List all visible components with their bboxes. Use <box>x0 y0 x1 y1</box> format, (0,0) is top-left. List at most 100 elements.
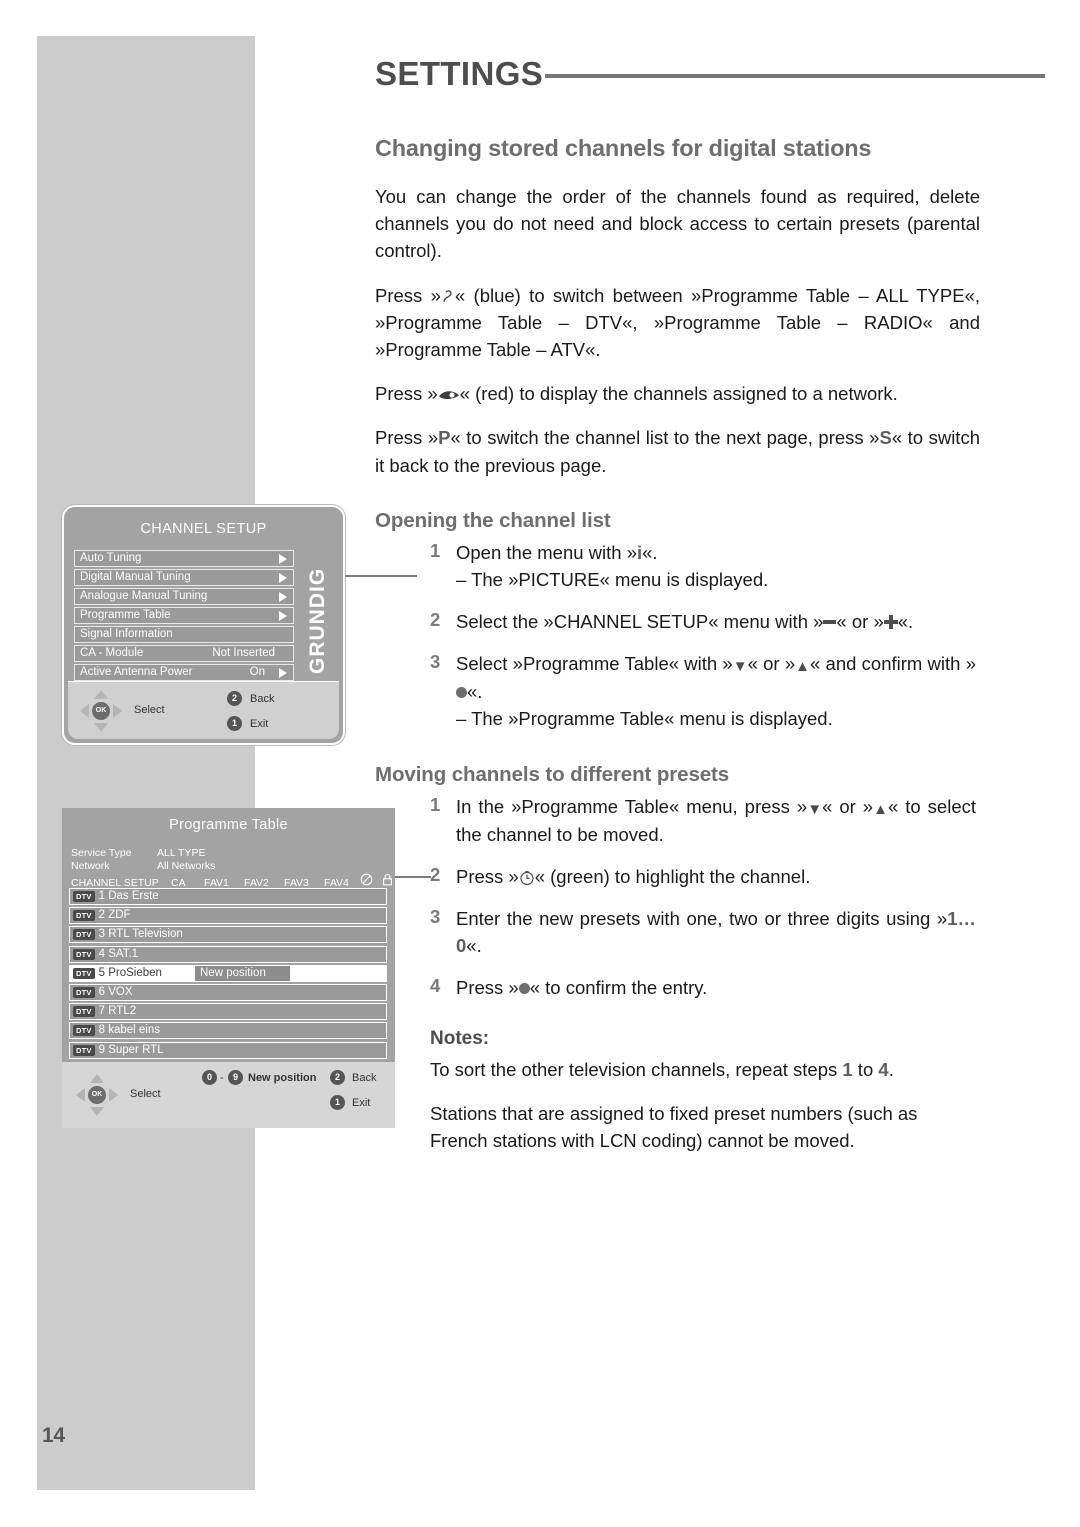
meta-value: ALL TYPE <box>157 847 206 859</box>
channel-row[interactable]: DTV 8 kabel eins <box>69 1022 387 1040</box>
step-moving-1: 1 In the »Programme Table« menu, press »… <box>430 793 990 848</box>
dpad-right-icon <box>113 704 122 718</box>
grundig-brand-label: GRUNDIG <box>306 567 329 675</box>
step-opening-2: 2 Select the »CHANNEL SETUP« menu with »… <box>430 608 990 635</box>
dpad-left-icon <box>76 1088 85 1102</box>
chevron-right-icon <box>279 611 287 621</box>
ear-icon <box>441 285 455 302</box>
key-s: S <box>879 427 892 449</box>
chevron-up-icon: ▲ <box>795 658 810 676</box>
osd-menu-item-active-antenna-power[interactable]: Active Antenna Power On <box>74 664 294 681</box>
osd-footer-bar: OK Select 0 - 9 New position 2 Back 1 Ex… <box>62 1062 395 1128</box>
step-text-a: Press » <box>456 977 519 999</box>
paragraph-red-key: Press » « (red) to display the channels a… <box>375 380 980 407</box>
chevron-down-icon: ▼ <box>732 658 748 676</box>
dpad-right-icon <box>109 1088 118 1102</box>
chevron-right-icon <box>279 592 287 602</box>
intro-paragraph: You can change the order of the channels… <box>375 186 980 262</box>
step-text-c: « and confirm with » <box>810 653 977 675</box>
step-text-a: Open the menu with » <box>456 541 637 563</box>
new-position-input[interactable]: New position <box>195 965 290 981</box>
osd-menu-item-signal-information[interactable]: Signal Information <box>74 626 294 643</box>
page-number: 14 <box>42 1424 65 1447</box>
channel-row[interactable]: DTV 4 SAT.1 <box>69 945 387 963</box>
chevron-right-icon <box>279 668 287 678</box>
osd-title: CHANNEL SETUP <box>140 521 267 537</box>
step-text-b: « or » <box>836 611 884 633</box>
step-text-b: «. <box>466 935 482 957</box>
dpad-down-icon <box>90 1107 104 1116</box>
step-text-a: Enter the new presets with one, two or t… <box>456 908 948 930</box>
chevron-right-icon <box>279 573 287 583</box>
step-text: Press » « to confirm the entry. <box>456 974 976 1001</box>
osd-footer-bar: OK Select 2 Back 1 Exit <box>68 681 339 739</box>
channel-row[interactable]: DTV 6 VOX <box>69 983 387 1001</box>
step-dash-note: – The »Programme Table« menu is displaye… <box>456 708 833 730</box>
channel-row[interactable]: DTV 3 RTL Television <box>69 926 387 944</box>
step-number: 3 <box>430 651 441 673</box>
clock-icon <box>519 866 535 885</box>
note-text-b: to <box>852 1058 879 1080</box>
step-dash-note: – The »PICTURE« menu is displayed. <box>456 568 769 590</box>
step-text: Select the »CHANNEL SETUP« menu with » « … <box>456 608 976 635</box>
range-dash: - <box>220 1072 224 1084</box>
note-item-2: Stations that are assigned to fixed pres… <box>430 1102 918 1152</box>
osd-menu-item-ca-module[interactable]: CA - Module Not Inserted <box>74 645 294 662</box>
osd-menu-label: Signal Information <box>80 628 173 640</box>
osd-menu-item-auto-tuning[interactable]: Auto Tuning <box>74 550 294 567</box>
meta-row-service-type: Service Type ALL TYPE <box>71 847 400 860</box>
osd-menu-value: On <box>249 666 265 678</box>
osd-menu-item-programme-table[interactable]: Programme Table <box>74 607 294 624</box>
chapter-header: SETTINGS <box>375 55 1045 93</box>
dpad-icon: OK <box>80 690 122 732</box>
channel-label: 2 ZDF <box>98 909 131 922</box>
note-step-from: 1 <box>842 1058 853 1080</box>
chevron-right-icon <box>279 554 287 564</box>
subsection-moving-title: Moving channels to different presets <box>375 762 730 786</box>
osd-channel-setup-screenshot: CHANNEL SETUP Auto Tuning Digital Manual… <box>62 505 345 745</box>
step-text: Select »Programme Table« with »▼« or »▲«… <box>456 650 976 732</box>
channel-row[interactable]: DTV 1 Das Erste <box>69 888 387 905</box>
key-1-icon: 1 <box>330 1095 345 1110</box>
main-content: Changing stored channels for digital sta… <box>375 135 990 1171</box>
meta-value: All Networks <box>157 860 216 873</box>
channel-row[interactable]: DTV 9 Super RTL <box>69 1041 387 1059</box>
channel-label: 8 kabel eins <box>98 1024 160 1037</box>
osd-footer-select-label: Select <box>130 1088 161 1100</box>
step-text-b: « or » <box>822 795 874 817</box>
channel-row[interactable]: DTV 7 RTL2 <box>69 1003 387 1021</box>
channel-row-selected[interactable]: DTV 5 ProSieben New position <box>69 964 387 982</box>
step-number: 3 <box>430 906 441 928</box>
callout-line-step2-opening <box>345 575 417 577</box>
osd-footer-select-label: Select <box>134 704 165 716</box>
blue-text-before: Press » <box>375 284 441 306</box>
key-2-icon: 2 <box>330 1070 345 1085</box>
channel-label: 9 Super RTL <box>98 1043 164 1056</box>
subsection-opening-title: Opening the channel list <box>375 508 611 532</box>
dtv-badge: DTV <box>73 1044 95 1056</box>
meta-key: Network <box>71 860 110 873</box>
meta-row-network: Network All Networks <box>71 860 400 873</box>
channel-label: 3 RTL Television <box>98 928 183 941</box>
chevron-up-icon: ▲ <box>873 800 888 818</box>
step-text-b: « (green) to highlight the channel. <box>534 865 811 887</box>
osd-menu-label: Analogue Manual Tuning <box>80 590 208 602</box>
dtv-badge: DTV <box>73 948 95 960</box>
note-item-1: To sort the other television channels, r… <box>430 1056 975 1083</box>
step-opening-3: 3 Select »Programme Table« with »▼« or »… <box>430 650 990 732</box>
step-opening-1: 1 Open the menu with »i«. – The »PICTURE«… <box>430 539 990 593</box>
channel-label: 6 VOX <box>98 985 133 998</box>
paragraph-page-keys: Press »P« to switch the channel list to … <box>375 424 980 478</box>
channel-label: 5 ProSieben <box>98 966 162 979</box>
step-number: 1 <box>430 539 441 561</box>
channel-row[interactable]: DTV 2 ZDF <box>69 907 387 925</box>
osd-footer-exit-label: Exit <box>352 1097 371 1109</box>
osd-menu-item-digital-manual-tuning[interactable]: Digital Manual Tuning <box>74 569 294 586</box>
osd-meta-block: Service Type ALL TYPE Network All Networks… <box>71 847 400 891</box>
step-moving-3: 3 Enter the new presets with one, two or… <box>430 905 990 959</box>
step-text-a: Press » <box>456 865 519 887</box>
plus-icon <box>883 615 898 630</box>
osd-menu-item-analogue-manual-tuning[interactable]: Analogue Manual Tuning <box>74 588 294 605</box>
dtv-badge: DTV <box>73 986 95 998</box>
note-text-c: . <box>888 1058 894 1080</box>
